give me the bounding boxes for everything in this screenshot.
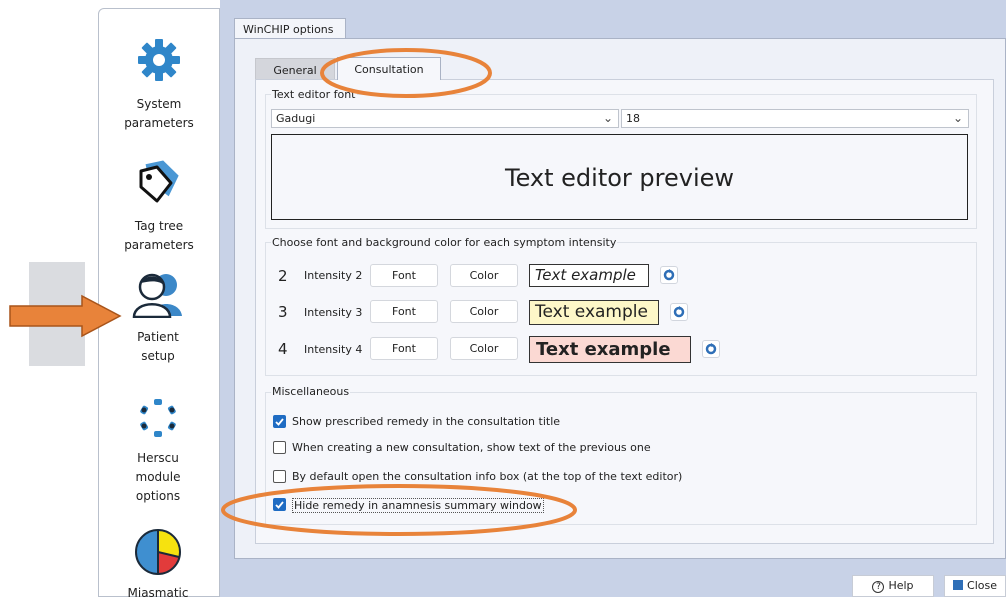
checkbox-show-prescribed-remedy[interactable] — [273, 415, 286, 428]
chevron-down-icon: ⌄ — [952, 111, 963, 125]
intensity-label: Intensity 3 — [304, 306, 363, 319]
sidebar-label-line1: Herscu — [137, 451, 179, 465]
intensity-4-font-button[interactable]: Font — [370, 337, 438, 360]
font-select-value: Gadugi — [276, 112, 316, 125]
sidebar-item-miasmatic[interactable]: Miasmatic — [98, 528, 218, 603]
intensity-number: 4 — [278, 340, 288, 358]
sidebar-label-line2: setup — [141, 349, 175, 363]
checkbox-show-previous-text[interactable] — [273, 441, 286, 454]
swap-icon — [673, 306, 685, 318]
pie-icon — [135, 529, 181, 575]
font-select[interactable]: Gadugi ⌄ — [271, 109, 619, 128]
close-button[interactable]: Close — [944, 575, 1006, 597]
intensity-2-reset-button[interactable] — [660, 266, 678, 284]
help-button[interactable]: ? Help — [852, 575, 934, 597]
intensity-2-color-button[interactable]: Color — [450, 264, 518, 287]
size-select-value: 18 — [626, 112, 640, 125]
option-label: Show prescribed remedy in the consultati… — [292, 415, 561, 428]
sidebar-item-system-parameters[interactable]: System parameters — [99, 37, 219, 133]
intensity-3-color-button[interactable]: Color — [450, 300, 518, 323]
option-label: When creating a new consultation, show t… — [292, 441, 651, 454]
sidebar-item-herscu-module-options[interactable]: Herscu module options — [98, 398, 218, 506]
annotation-ellipse-hide-remedy — [221, 484, 577, 536]
gear-icon — [138, 39, 180, 81]
intensity-number: 2 — [278, 267, 288, 285]
help-icon: ? — [872, 581, 885, 593]
sidebar-label-line3: options — [135, 489, 181, 503]
size-select[interactable]: 18 ⌄ — [621, 109, 969, 128]
intensity-3-sample: Text example — [529, 300, 659, 325]
intensity-2-font-button[interactable]: Font — [370, 264, 438, 287]
intensity-number: 3 — [278, 303, 288, 321]
help-label: Help — [888, 579, 914, 592]
patients-icon — [132, 273, 182, 318]
intensity-4-color-button[interactable]: Color — [450, 337, 518, 360]
intensity-4-reset-button[interactable] — [702, 340, 720, 358]
intensity-3-font-button[interactable]: Font — [370, 300, 438, 323]
intensity-2-sample: Text example — [529, 264, 649, 287]
text-editor-preview: Text editor preview — [271, 134, 968, 220]
sidebar-label-line2: parameters — [124, 238, 194, 252]
intensity-4-sample: Text example — [529, 336, 691, 363]
dots-ring-icon — [140, 399, 176, 437]
sidebar-item-tag-tree-parameters[interactable]: Tag tree parameters — [99, 157, 219, 255]
miscellaneous-title: Miscellaneous — [271, 385, 351, 398]
intensity-label: Intensity 4 — [304, 343, 363, 356]
tag-icon — [139, 160, 179, 203]
tab-winchip-options[interactable]: WinCHIP options — [234, 18, 346, 39]
annotation-arrow — [9, 294, 122, 338]
annotation-ellipse-consultation — [320, 48, 492, 98]
sidebar-label-line1: System — [136, 97, 182, 111]
checkmark-icon — [275, 418, 284, 426]
intensity-label: Intensity 2 — [304, 269, 363, 282]
swap-icon — [705, 343, 717, 355]
sidebar-label-line2: parameters — [124, 116, 194, 130]
close-label: Close — [967, 579, 997, 592]
swap-icon — [663, 269, 675, 281]
intensity-3-reset-button[interactable] — [670, 303, 688, 321]
intensity-group-title: Choose font and background color for eac… — [271, 236, 618, 249]
chevron-down-icon: ⌄ — [602, 111, 613, 125]
sidebar-label-line1: Tag tree — [134, 219, 184, 233]
save-disk-icon — [953, 580, 964, 590]
sidebar-label-line2: module — [135, 470, 181, 484]
sidebar-label-line1: Miasmatic — [127, 586, 189, 600]
